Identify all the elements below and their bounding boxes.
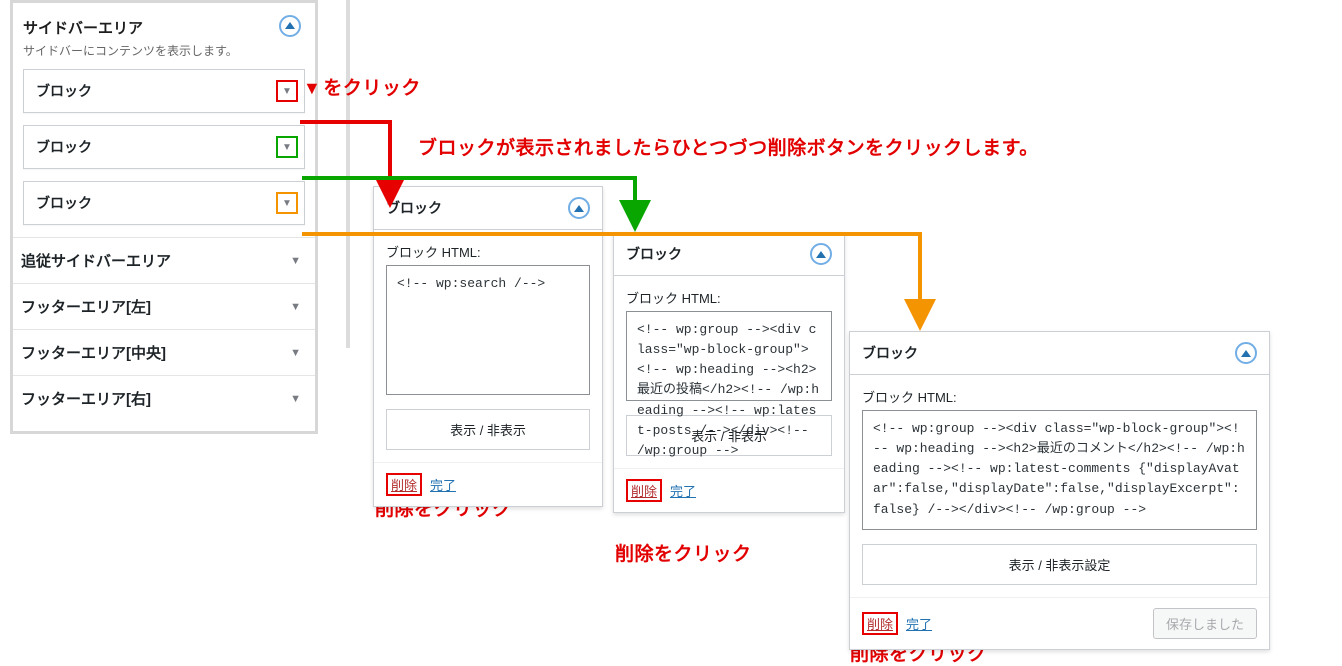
section-follow-sidebar[interactable]: 追従サイドバーエリア ▼	[13, 237, 315, 283]
panel-title: ブロック	[626, 244, 682, 264]
collapse-panel-button[interactable]	[1235, 342, 1257, 364]
delete-link[interactable]: 削除	[867, 617, 893, 632]
panel-title: ブロック	[862, 343, 918, 363]
block-html-label: ブロック HTML:	[386, 242, 590, 261]
section-label: フッターエリア[右]	[21, 388, 151, 409]
widget-block-row[interactable]: ブロック	[23, 181, 305, 225]
annotation-click-delete-2: 削除をクリック	[615, 539, 752, 566]
widget-label: ブロック	[36, 137, 92, 157]
widget-block-row[interactable]: ブロック	[23, 69, 305, 113]
chevron-down-icon[interactable]	[276, 192, 298, 214]
chevron-down-icon[interactable]	[276, 136, 298, 158]
block-html-textarea[interactable]: <!-- wp:group --><div class="wp-block-gr…	[626, 311, 832, 401]
delete-link[interactable]: 削除	[631, 484, 657, 499]
saved-status-button: 保存しました	[1153, 608, 1257, 639]
widget-label: ブロック	[36, 193, 92, 213]
delete-highlight: 削除	[626, 479, 662, 502]
block-html-textarea[interactable]: <!-- wp:search /-->	[386, 265, 590, 395]
done-link[interactable]: 完了	[906, 614, 932, 633]
chevron-down-icon: ▼	[290, 301, 301, 313]
panel-header[interactable]: ブロック	[850, 332, 1269, 375]
delete-highlight: 削除	[862, 612, 898, 635]
visibility-toggle[interactable]: 表示 / 非表示設定	[862, 544, 1257, 585]
chevron-down-icon: ▼	[290, 393, 301, 405]
collapse-panel-button[interactable]	[810, 243, 832, 265]
delete-link[interactable]: 削除	[391, 478, 417, 493]
section-label: フッターエリア[左]	[21, 296, 151, 317]
widget-label: ブロック	[36, 81, 92, 101]
section-label: フッターエリア[中央]	[21, 342, 166, 363]
section-footer-right[interactable]: フッターエリア[右] ▼	[13, 375, 315, 421]
widget-block-row[interactable]: ブロック	[23, 125, 305, 169]
block-html-label: ブロック HTML:	[862, 387, 1257, 406]
vertical-divider	[346, 0, 350, 348]
delete-highlight: 削除	[386, 473, 422, 496]
panel-header[interactable]: ブロック	[614, 233, 844, 276]
done-link[interactable]: 完了	[430, 475, 456, 494]
area-description: サイドバーにコンテンツを表示します。	[23, 42, 305, 69]
chevron-down-icon: ▼	[290, 255, 301, 267]
panel-header[interactable]: ブロック	[374, 187, 602, 230]
widgets-sidebar: サイドバーエリア サイドバーにコンテンツを表示します。 ブロック ブロック ブロ…	[10, 0, 318, 434]
block-panel-3: ブロック ブロック HTML: <!-- wp:group --><div cl…	[849, 331, 1270, 650]
section-footer-left[interactable]: フッターエリア[左] ▼	[13, 283, 315, 329]
section-label: 追従サイドバーエリア	[21, 250, 171, 271]
panel-title: ブロック	[386, 198, 442, 218]
block-panel-2: ブロック ブロック HTML: <!-- wp:group --><div cl…	[613, 232, 845, 513]
collapse-panel-button[interactable]	[568, 197, 590, 219]
collapse-area-button[interactable]	[279, 15, 301, 37]
annotation-click-triangle: ▼をクリック	[303, 73, 421, 100]
block-html-textarea[interactable]: <!-- wp:group --><div class="wp-block-gr…	[862, 410, 1257, 530]
block-html-label: ブロック HTML:	[626, 288, 832, 307]
visibility-toggle[interactable]: 表示 / 非表示	[386, 409, 590, 450]
done-link[interactable]: 完了	[670, 481, 696, 500]
block-panel-1: ブロック ブロック HTML: <!-- wp:search /--> 表示 /…	[373, 186, 603, 507]
chevron-down-icon[interactable]	[276, 80, 298, 102]
annotation-instruction: ブロックが表示されましたらひとつづつ削除ボタンをクリックします。	[418, 133, 1039, 160]
chevron-down-icon: ▼	[290, 347, 301, 359]
section-footer-center[interactable]: フッターエリア[中央] ▼	[13, 329, 315, 375]
triangle-icon: ▼	[303, 78, 321, 98]
area-title: サイドバーエリア	[23, 11, 305, 42]
